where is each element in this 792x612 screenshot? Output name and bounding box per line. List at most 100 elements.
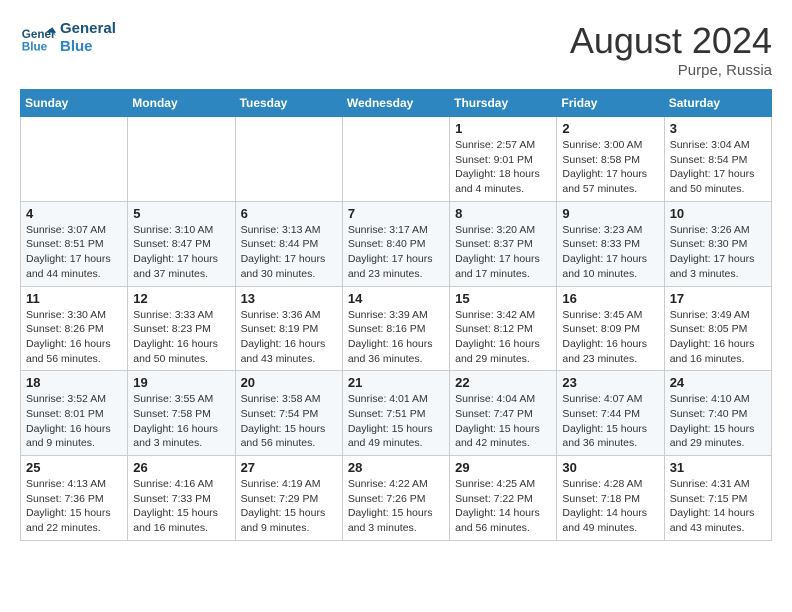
day-number: 30 [562, 460, 658, 475]
calendar-cell: 28 Sunrise: 4:22 AMSunset: 7:26 PMDayligh… [342, 456, 449, 541]
day-info: Sunrise: 3:07 AMSunset: 8:51 PMDaylight:… [26, 223, 122, 282]
calendar-week-1: 1 Sunrise: 2:57 AMSunset: 9:01 PMDaylight… [21, 117, 772, 202]
calendar-cell [342, 117, 449, 202]
day-number: 4 [26, 206, 122, 221]
calendar-cell: 25 Sunrise: 4:13 AMSunset: 7:36 PMDayligh… [21, 456, 128, 541]
calendar-cell: 12Sunrise: 3:33 AMSunset: 8:23 PMDayligh… [128, 286, 235, 371]
day-info: Sunrise: 3:00 AMSunset: 8:58 PMDaylight:… [562, 138, 658, 197]
logo-text-general: General [60, 20, 116, 38]
day-info: Sunrise: 4:13 AMSunset: 7:36 PMDaylight:… [26, 477, 122, 536]
day-info: Sunrise: 4:22 AMSunset: 7:26 PMDaylight:… [348, 477, 444, 536]
logo: General Blue General Blue [20, 20, 116, 56]
day-info: Sunrise: 4:10 AMSunset: 7:40 PMDaylight:… [670, 392, 766, 451]
day-number: 9 [562, 206, 658, 221]
day-info: Sunrise: 3:45 AMSunset: 8:09 PMDaylight:… [562, 308, 658, 367]
day-number: 20 [241, 375, 337, 390]
location-label: Purpe, Russia [570, 62, 772, 79]
calendar-cell: 27Sunrise: 4:19 AMSunset: 7:29 PMDayligh… [235, 456, 342, 541]
day-header-sunday: Sunday [21, 90, 128, 117]
day-info: Sunrise: 3:10 AMSunset: 8:47 PMDaylight:… [133, 223, 229, 282]
day-info: Sunrise: 4:16 AMSunset: 7:33 PMDaylight:… [133, 477, 229, 536]
day-number: 26 [133, 460, 229, 475]
calendar-cell: 21Sunrise: 4:01 AMSunset: 7:51 PMDayligh… [342, 371, 449, 456]
logo-text-blue: Blue [60, 38, 116, 56]
day-number: 11 [26, 291, 122, 306]
day-number: 10 [670, 206, 766, 221]
day-number: 22 [455, 375, 551, 390]
day-info: Sunrise: 2:57 AMSunset: 9:01 PMDaylight:… [455, 138, 551, 197]
day-number: 18 [26, 375, 122, 390]
calendar-cell: 8 Sunrise: 3:20 AMSunset: 8:37 PMDaylight… [450, 201, 557, 286]
calendar-cell: 18Sunrise: 3:52 AMSunset: 8:01 PMDayligh… [21, 371, 128, 456]
day-number: 3 [670, 121, 766, 136]
calendar-week-3: 11Sunrise: 3:30 AMSunset: 8:26 PMDayligh… [21, 286, 772, 371]
day-number: 25 [26, 460, 122, 475]
day-number: 6 [241, 206, 337, 221]
day-info: Sunrise: 4:04 AMSunset: 7:47 PMDaylight:… [455, 392, 551, 451]
calendar-week-4: 18Sunrise: 3:52 AMSunset: 8:01 PMDayligh… [21, 371, 772, 456]
month-year-title: August 2024 [570, 20, 772, 62]
calendar-cell: 16 Sunrise: 3:45 AMSunset: 8:09 PMDayligh… [557, 286, 664, 371]
calendar-cell: 3 Sunrise: 3:04 AMSunset: 8:54 PMDaylight… [664, 117, 771, 202]
calendar-cell: 23Sunrise: 4:07 AMSunset: 7:44 PMDayligh… [557, 371, 664, 456]
day-number: 13 [241, 291, 337, 306]
day-number: 1 [455, 121, 551, 136]
day-number: 2 [562, 121, 658, 136]
calendar-cell: 9 Sunrise: 3:23 AMSunset: 8:33 PMDaylight… [557, 201, 664, 286]
day-info: Sunrise: 4:07 AMSunset: 7:44 PMDaylight:… [562, 392, 658, 451]
day-number: 27 [241, 460, 337, 475]
day-info: Sunrise: 3:55 AMSunset: 7:58 PMDaylight:… [133, 392, 229, 451]
calendar-cell: 22 Sunrise: 4:04 AMSunset: 7:47 PMDayligh… [450, 371, 557, 456]
svg-text:Blue: Blue [22, 41, 48, 54]
day-header-friday: Friday [557, 90, 664, 117]
logo-icon: General Blue [20, 20, 56, 56]
day-number: 28 [348, 460, 444, 475]
calendar-week-5: 25 Sunrise: 4:13 AMSunset: 7:36 PMDayligh… [21, 456, 772, 541]
calendar-header-row: SundayMondayTuesdayWednesdayThursdayFrid… [21, 90, 772, 117]
day-header-monday: Monday [128, 90, 235, 117]
calendar-cell: 13 Sunrise: 3:36 AMSunset: 8:19 PMDayligh… [235, 286, 342, 371]
day-number: 29 [455, 460, 551, 475]
day-number: 15 [455, 291, 551, 306]
day-info: Sunrise: 4:28 AMSunset: 7:18 PMDaylight:… [562, 477, 658, 536]
calendar-cell [128, 117, 235, 202]
day-info: Sunrise: 3:20 AMSunset: 8:37 PMDaylight:… [455, 223, 551, 282]
day-number: 24 [670, 375, 766, 390]
day-header-wednesday: Wednesday [342, 90, 449, 117]
day-info: Sunrise: 3:23 AMSunset: 8:33 PMDaylight:… [562, 223, 658, 282]
day-info: Sunrise: 3:58 AMSunset: 7:54 PMDaylight:… [241, 392, 337, 451]
title-block: August 2024 Purpe, Russia [570, 20, 772, 79]
calendar-cell [235, 117, 342, 202]
calendar-cell: 26 Sunrise: 4:16 AMSunset: 7:33 PMDayligh… [128, 456, 235, 541]
day-number: 16 [562, 291, 658, 306]
calendar-cell: 7 Sunrise: 3:17 AMSunset: 8:40 PMDaylight… [342, 201, 449, 286]
calendar-cell: 17Sunrise: 3:49 AMSunset: 8:05 PMDayligh… [664, 286, 771, 371]
calendar-cell: 29 Sunrise: 4:25 AMSunset: 7:22 PMDayligh… [450, 456, 557, 541]
day-info: Sunrise: 3:13 AMSunset: 8:44 PMDaylight:… [241, 223, 337, 282]
calendar-cell: 11Sunrise: 3:30 AMSunset: 8:26 PMDayligh… [21, 286, 128, 371]
calendar-cell: 24 Sunrise: 4:10 AMSunset: 7:40 PMDayligh… [664, 371, 771, 456]
day-info: Sunrise: 3:36 AMSunset: 8:19 PMDaylight:… [241, 308, 337, 367]
calendar-cell: 6 Sunrise: 3:13 AMSunset: 8:44 PMDaylight… [235, 201, 342, 286]
calendar-cell: 19 Sunrise: 3:55 AMSunset: 7:58 PMDayligh… [128, 371, 235, 456]
day-number: 31 [670, 460, 766, 475]
day-info: Sunrise: 3:39 AMSunset: 8:16 PMDaylight:… [348, 308, 444, 367]
day-number: 5 [133, 206, 229, 221]
day-info: Sunrise: 4:01 AMSunset: 7:51 PMDaylight:… [348, 392, 444, 451]
day-info: Sunrise: 3:17 AMSunset: 8:40 PMDaylight:… [348, 223, 444, 282]
calendar-cell: 4 Sunrise: 3:07 AMSunset: 8:51 PMDaylight… [21, 201, 128, 286]
day-info: Sunrise: 3:04 AMSunset: 8:54 PMDaylight:… [670, 138, 766, 197]
calendar-table: SundayMondayTuesdayWednesdayThursdayFrid… [20, 89, 772, 541]
day-header-thursday: Thursday [450, 90, 557, 117]
day-number: 7 [348, 206, 444, 221]
day-number: 14 [348, 291, 444, 306]
calendar-cell: 10Sunrise: 3:26 AMSunset: 8:30 PMDayligh… [664, 201, 771, 286]
calendar-cell: 1 Sunrise: 2:57 AMSunset: 9:01 PMDaylight… [450, 117, 557, 202]
day-header-tuesday: Tuesday [235, 90, 342, 117]
day-number: 17 [670, 291, 766, 306]
day-number: 8 [455, 206, 551, 221]
day-info: Sunrise: 4:25 AMSunset: 7:22 PMDaylight:… [455, 477, 551, 536]
day-number: 19 [133, 375, 229, 390]
day-header-saturday: Saturday [664, 90, 771, 117]
calendar-cell: 30 Sunrise: 4:28 AMSunset: 7:18 PMDayligh… [557, 456, 664, 541]
